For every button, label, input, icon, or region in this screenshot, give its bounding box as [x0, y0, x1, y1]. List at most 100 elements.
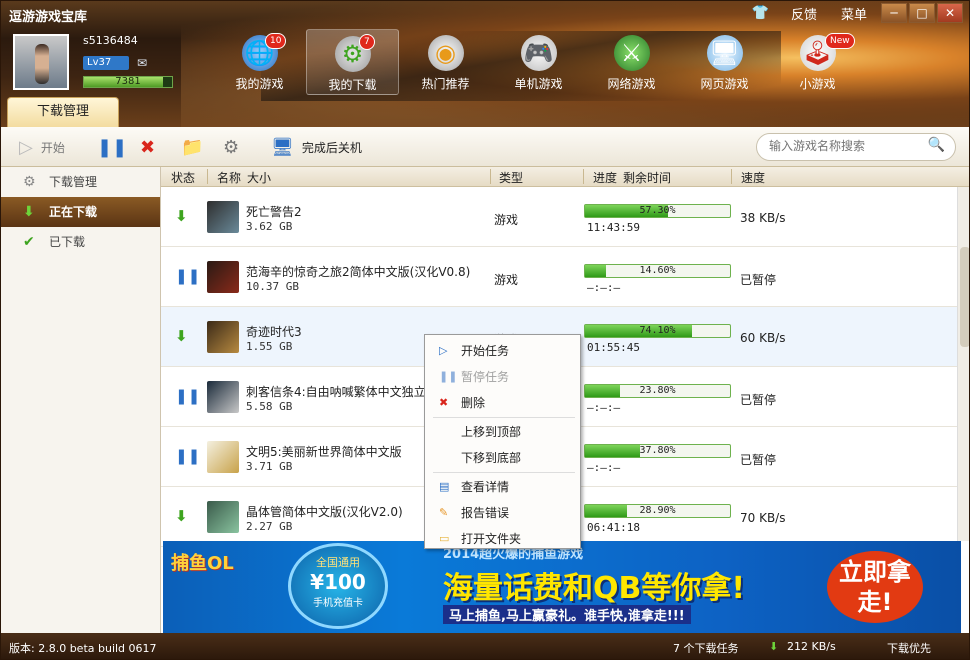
pause-icon: ❚❚: [439, 370, 458, 383]
pause-button[interactable]: ❚❚: [97, 135, 135, 159]
total-speed: 212 KB/s: [787, 640, 836, 653]
version-text: 版本: 2.8.0 beta build 0617: [9, 642, 157, 655]
banner-title: 海量话费和QB等你拿!: [443, 571, 746, 606]
game-name: 范海辛的惊奇之旅2简体中文版(汉化V0.8): [246, 265, 471, 279]
sidebar-item-manager[interactable]: ⚙ 下载管理: [1, 167, 160, 197]
nav-badge: 7: [359, 34, 375, 50]
table-row[interactable]: ⬇ 死亡警告2 3.62 GB 游戏 57.30% 11:43:59 38 KB/s: [161, 187, 957, 247]
level-badge: Lv37: [83, 56, 129, 70]
nav-mini[interactable]: 🕹 New 小游戏: [771, 29, 864, 95]
col-speed[interactable]: 速度: [741, 169, 765, 186]
nav-web[interactable]: 🖥 网页游戏: [678, 29, 771, 95]
open-folder-button[interactable]: 📁: [181, 135, 211, 159]
nav-single[interactable]: 🎮 单机游戏: [492, 29, 585, 95]
toolbar: ▷ 开始 ❚❚ ✖ 📁 ⚙ 🖥 完成后关机 🔍: [1, 127, 969, 167]
paused-icon[interactable]: ❚❚: [175, 387, 200, 405]
menu-open-folder[interactable]: ▭ 打开文件夹: [429, 527, 577, 551]
minimize-button[interactable]: ─: [881, 3, 907, 23]
down-arrow-icon: ⬇: [769, 640, 779, 653]
nav-my-games[interactable]: 🌐 10 我的游戏: [213, 29, 306, 95]
start-button[interactable]: ▷ 开始: [19, 135, 65, 159]
download-speed: 已暂停: [740, 273, 777, 287]
time-remaining: —:—:—: [587, 401, 621, 414]
scrollbar[interactable]: [957, 187, 969, 541]
col-progress[interactable]: 进度: [593, 169, 617, 186]
game-icon: [207, 381, 239, 413]
paused-icon[interactable]: ❚❚: [175, 447, 200, 465]
menu-start-task[interactable]: ▷ 开始任务: [429, 339, 577, 363]
avatar[interactable]: [13, 34, 69, 90]
search-box: 🔍: [756, 133, 956, 161]
banner-cta[interactable]: 立即拿走!: [827, 551, 923, 623]
nav-my-downloads[interactable]: ⚙ 7 我的下载: [306, 29, 399, 95]
search-input[interactable]: [769, 139, 924, 153]
time-remaining: 01:55:45: [587, 341, 640, 354]
banner-logo: 捕鱼OL: [171, 553, 234, 574]
monitor-icon: 🖥: [271, 136, 294, 158]
download-speed: 已暂停: [740, 453, 777, 467]
down-arrow-icon: ⬇: [23, 204, 35, 220]
search-icon[interactable]: 🔍: [928, 137, 945, 153]
nav-badge: New: [825, 33, 855, 49]
downloading-icon[interactable]: ⬇: [175, 327, 188, 345]
game-name: 奇迹时代3: [246, 325, 302, 339]
progress-bar: 14.60%: [584, 264, 731, 278]
menu-move-bottom[interactable]: 下移到底部: [429, 446, 577, 470]
downloading-icon[interactable]: ⬇: [175, 207, 188, 225]
folder-icon: ▭: [439, 532, 450, 545]
status-bar: 版本: 2.8.0 beta build 0617 7 个下载任务 ⬇ 212 …: [1, 633, 969, 659]
nav-hot[interactable]: ◉ 热门推荐: [399, 29, 492, 95]
download-priority[interactable]: 下载优先: [887, 640, 931, 656]
ad-banner[interactable]: 捕鱼OL 全国通用 ¥100 手机充值卡 2014超火爆的捕鱼游戏 海量话费和Q…: [163, 541, 961, 633]
menu-report-error[interactable]: ✎ 报告错误: [429, 501, 577, 525]
gear-icon: ⚙: [23, 174, 36, 190]
banner-subtitle: 马上捕鱼,马上赢豪礼。谁手快,谁拿走!!!: [443, 605, 691, 624]
delete-icon: ✖: [140, 136, 156, 158]
download-speed: 38 KB/s: [740, 211, 786, 225]
shutdown-after-button[interactable]: 🖥 完成后关机: [271, 135, 362, 159]
mail-icon[interactable]: ✉: [137, 56, 147, 70]
gamepad-icon: 🎮: [520, 35, 557, 71]
game-type: 游戏: [494, 273, 519, 287]
details-icon: ▤: [439, 480, 450, 493]
col-size[interactable]: 大小: [247, 169, 271, 186]
skin-icon[interactable]: 👕: [752, 5, 769, 21]
game-name: 死亡警告2: [246, 205, 302, 219]
download-speed: 70 KB/s: [740, 511, 786, 525]
settings-button[interactable]: ⚙: [223, 135, 247, 159]
task-count: 7 个下载任务: [673, 642, 739, 655]
downloading-icon[interactable]: ⬇: [175, 507, 188, 525]
tab-download-manager[interactable]: 下载管理: [7, 97, 119, 127]
game-size: 3.71 GB: [246, 460, 293, 473]
sidebar-item-downloaded[interactable]: ✔ 已下载: [1, 227, 160, 257]
col-remain[interactable]: 剩余时间: [623, 169, 671, 186]
game-icon: [207, 501, 239, 533]
close-button[interactable]: ✕: [937, 3, 963, 23]
main-nav: 🌐 10 我的游戏 ⚙ 7 我的下载 ◉ 热门推荐 🎮 单机游戏 ⚔ 网络游戏: [213, 29, 864, 95]
col-type[interactable]: 类型: [499, 169, 523, 186]
menu-move-top[interactable]: 上移到顶部: [429, 420, 577, 444]
menu-details[interactable]: ▤ 查看详情: [429, 475, 577, 499]
menu-link[interactable]: 菜单: [841, 4, 867, 23]
progress-bar: 23.80%: [584, 384, 731, 398]
progress-bar: 74.10%: [584, 324, 731, 338]
feedback-link[interactable]: 反馈: [791, 4, 817, 23]
col-status[interactable]: 状态: [171, 169, 195, 186]
delete-button[interactable]: ✖: [140, 135, 163, 159]
gear-icon: ⚙: [223, 136, 240, 158]
username: s5136484: [83, 34, 138, 47]
sidebar-item-downloading[interactable]: ⬇ 正在下载: [1, 197, 160, 227]
pause-icon: ❚❚: [97, 136, 128, 158]
check-icon: ✔: [23, 234, 35, 250]
top-controls: 👕 反馈 菜单 ─ □ ✕: [752, 3, 963, 23]
game-icon: [207, 321, 239, 353]
time-remaining: —:—:—: [587, 461, 621, 474]
table-row[interactable]: ❚❚ 范海辛的惊奇之旅2简体中文版(汉化V0.8) 10.37 GB 游戏 14.60%…: [161, 247, 957, 307]
menu-delete[interactable]: ✖ 删除: [429, 391, 577, 415]
time-remaining: 06:41:18: [587, 521, 640, 534]
nav-online[interactable]: ⚔ 网络游戏: [585, 29, 678, 95]
col-name[interactable]: 名称: [217, 169, 241, 186]
game-icon: [207, 441, 239, 473]
maximize-button[interactable]: □: [909, 3, 935, 23]
paused-icon[interactable]: ❚❚: [175, 267, 200, 285]
